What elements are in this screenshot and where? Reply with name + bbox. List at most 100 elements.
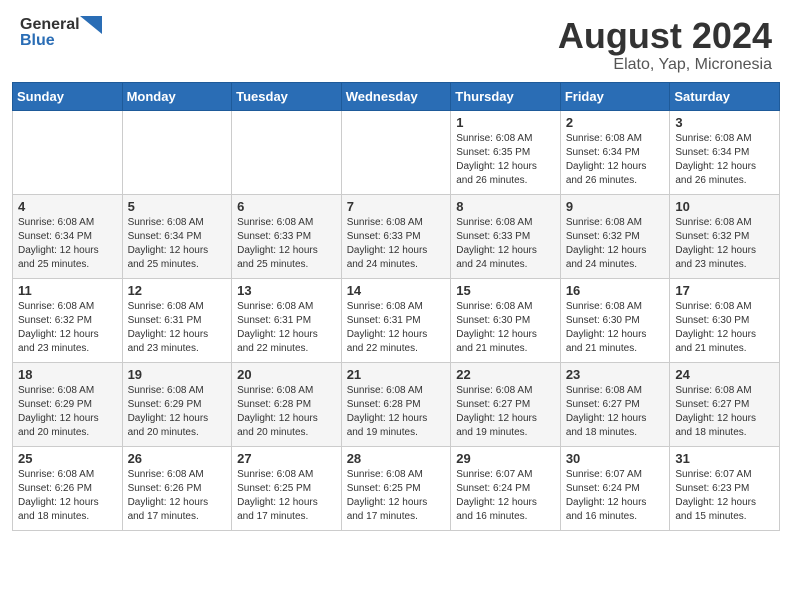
calendar-header: SundayMondayTuesdayWednesdayThursdayFrid… [13, 82, 780, 110]
day-info: Sunrise: 6:08 AMSunset: 6:30 PMDaylight:… [675, 300, 774, 356]
day-info: Sunrise: 6:08 AMSunset: 6:35 PMDaylight:… [456, 132, 555, 188]
calendar-day-cell: 6Sunrise: 6:08 AMSunset: 6:33 PMDaylight… [232, 194, 342, 278]
calendar-day-cell: 22 Sunrise: 6:08 AMSunset: 6:27 PMDayligh… [451, 362, 561, 446]
logo: General Blue [20, 16, 102, 50]
day-info: Sunrise: 6:08 AMSunset: 6:25 PMDaylight:… [347, 468, 446, 524]
calendar-day-cell: 8Sunrise: 6:08 AMSunset: 6:33 PMDaylight… [451, 194, 561, 278]
calendar-day-cell [122, 110, 232, 194]
day-number: 25 [18, 451, 117, 466]
day-number: 23 [566, 367, 665, 382]
month-title: August 2024 [558, 16, 772, 56]
day-number: 29 [456, 451, 555, 466]
calendar-day-cell: 7 Sunrise: 6:08 AMSunset: 6:33 PMDaylight… [341, 194, 451, 278]
day-of-week-header: Sunday [13, 82, 123, 110]
calendar-day-cell: 15 Sunrise: 6:08 AMSunset: 6:30 PMDayligh… [451, 278, 561, 362]
day-info: Sunrise: 6:08 AMSunset: 6:32 PMDaylight:… [18, 300, 117, 356]
day-number: 22 [456, 367, 555, 382]
day-info: Sunrise: 6:08 AMSunset: 6:31 PMDaylight:… [128, 300, 227, 356]
calendar-day-cell: 1 Sunrise: 6:08 AMSunset: 6:35 PMDaylight… [451, 110, 561, 194]
day-info: Sunrise: 6:08 AMSunset: 6:29 PMDaylight:… [18, 384, 117, 440]
day-info: Sunrise: 6:08 AMSunset: 6:31 PMDaylight:… [237, 300, 336, 356]
calendar-day-cell: 27 Sunrise: 6:08 AMSunset: 6:25 PMDayligh… [232, 446, 342, 530]
day-number: 28 [347, 451, 446, 466]
day-info: Sunrise: 6:07 AMSunset: 6:24 PMDaylight:… [456, 468, 555, 524]
calendar-day-cell: 31 Sunrise: 6:07 AMSunset: 6:23 PMDayligh… [670, 446, 780, 530]
day-number: 8 [456, 199, 555, 214]
day-of-week-header: Tuesday [232, 82, 342, 110]
day-number: 18 [18, 367, 117, 382]
calendar-day-cell: 16Sunrise: 6:08 AMSunset: 6:30 PMDayligh… [560, 278, 670, 362]
calendar-week-row: 4 Sunrise: 6:08 AMSunset: 6:34 PMDaylight… [13, 194, 780, 278]
day-info: Sunrise: 6:08 AMSunset: 6:27 PMDaylight:… [456, 384, 555, 440]
day-info: Sunrise: 6:08 AMSunset: 6:25 PMDaylight:… [237, 468, 336, 524]
calendar-day-cell: 14Sunrise: 6:08 AMSunset: 6:31 PMDayligh… [341, 278, 451, 362]
calendar-day-cell: 17 Sunrise: 6:08 AMSunset: 6:30 PMDayligh… [670, 278, 780, 362]
day-of-week-header: Saturday [670, 82, 780, 110]
day-info: Sunrise: 6:08 AMSunset: 6:27 PMDaylight:… [566, 384, 665, 440]
calendar-day-cell: 19Sunrise: 6:08 AMSunset: 6:29 PMDayligh… [122, 362, 232, 446]
day-number: 1 [456, 115, 555, 130]
calendar-day-cell: 29 Sunrise: 6:07 AMSunset: 6:24 PMDayligh… [451, 446, 561, 530]
calendar-day-cell: 24 Sunrise: 6:08 AMSunset: 6:27 PMDayligh… [670, 362, 780, 446]
day-number: 9 [566, 199, 665, 214]
calendar-week-row: 1 Sunrise: 6:08 AMSunset: 6:35 PMDaylight… [13, 110, 780, 194]
day-number: 11 [18, 283, 117, 298]
logo-blue: Blue [20, 32, 102, 50]
header-row: SundayMondayTuesdayWednesdayThursdayFrid… [13, 82, 780, 110]
day-info: Sunrise: 6:08 AMSunset: 6:26 PMDaylight:… [128, 468, 227, 524]
day-info: Sunrise: 6:07 AMSunset: 6:23 PMDaylight:… [675, 468, 774, 524]
day-number: 26 [128, 451, 227, 466]
day-number: 14 [347, 283, 446, 298]
day-info: Sunrise: 6:08 AMSunset: 6:33 PMDaylight:… [237, 216, 336, 272]
day-number: 5 [128, 199, 227, 214]
day-number: 30 [566, 451, 665, 466]
day-number: 4 [18, 199, 117, 214]
calendar-day-cell: 28 Sunrise: 6:08 AMSunset: 6:25 PMDayligh… [341, 446, 451, 530]
day-info: Sunrise: 6:08 AMSunset: 6:30 PMDaylight:… [456, 300, 555, 356]
calendar-day-cell: 10 Sunrise: 6:08 AMSunset: 6:32 PMDayligh… [670, 194, 780, 278]
calendar-week-row: 18 Sunrise: 6:08 AMSunset: 6:29 PMDayligh… [13, 362, 780, 446]
day-number: 27 [237, 451, 336, 466]
calendar-day-cell: 20Sunrise: 6:08 AMSunset: 6:28 PMDayligh… [232, 362, 342, 446]
calendar-day-cell: 23 Sunrise: 6:08 AMSunset: 6:27 PMDayligh… [560, 362, 670, 446]
calendar-week-row: 11 Sunrise: 6:08 AMSunset: 6:32 PMDayligh… [13, 278, 780, 362]
calendar-day-cell: 2Sunrise: 6:08 AMSunset: 6:34 PMDaylight… [560, 110, 670, 194]
day-info: Sunrise: 6:08 AMSunset: 6:26 PMDaylight:… [18, 468, 117, 524]
day-info: Sunrise: 6:08 AMSunset: 6:34 PMDaylight:… [128, 216, 227, 272]
day-number: 7 [347, 199, 446, 214]
day-of-week-header: Monday [122, 82, 232, 110]
day-number: 17 [675, 283, 774, 298]
day-number: 20 [237, 367, 336, 382]
calendar-day-cell: 11 Sunrise: 6:08 AMSunset: 6:32 PMDayligh… [13, 278, 123, 362]
day-number: 15 [456, 283, 555, 298]
calendar-day-cell: 21Sunrise: 6:08 AMSunset: 6:28 PMDayligh… [341, 362, 451, 446]
calendar-day-cell [341, 110, 451, 194]
calendar-day-cell: 4Sunrise: 6:08 AMSunset: 6:34 PMDaylight… [13, 194, 123, 278]
day-of-week-header: Thursday [451, 82, 561, 110]
day-info: Sunrise: 6:08 AMSunset: 6:29 PMDaylight:… [128, 384, 227, 440]
calendar-day-cell: 18 Sunrise: 6:08 AMSunset: 6:29 PMDayligh… [13, 362, 123, 446]
day-info: Sunrise: 6:07 AMSunset: 6:24 PMDaylight:… [566, 468, 665, 524]
day-number: 21 [347, 367, 446, 382]
day-of-week-header: Friday [560, 82, 670, 110]
calendar-day-cell: 5 Sunrise: 6:08 AMSunset: 6:34 PMDaylight… [122, 194, 232, 278]
day-info: Sunrise: 6:08 AMSunset: 6:32 PMDaylight:… [675, 216, 774, 272]
day-number: 24 [675, 367, 774, 382]
day-info: Sunrise: 6:08 AMSunset: 6:34 PMDaylight:… [566, 132, 665, 188]
calendar-day-cell [13, 110, 123, 194]
day-info: Sunrise: 6:08 AMSunset: 6:30 PMDaylight:… [566, 300, 665, 356]
calendar-day-cell: 26 Sunrise: 6:08 AMSunset: 6:26 PMDayligh… [122, 446, 232, 530]
calendar-day-cell [232, 110, 342, 194]
title-block: August 2024 Elato, Yap, Micronesia [558, 16, 772, 74]
header: General Blue August 2024 Elato, Yap, Mic… [0, 0, 792, 82]
calendar-week-row: 25 Sunrise: 6:08 AMSunset: 6:26 PMDayligh… [13, 446, 780, 530]
day-info: Sunrise: 6:08 AMSunset: 6:33 PMDaylight:… [347, 216, 446, 272]
calendar-day-cell: 9 Sunrise: 6:08 AMSunset: 6:32 PMDaylight… [560, 194, 670, 278]
day-number: 31 [675, 451, 774, 466]
calendar-table: SundayMondayTuesdayWednesdayThursdayFrid… [12, 82, 780, 531]
calendar-wrapper: SundayMondayTuesdayWednesdayThursdayFrid… [0, 82, 792, 543]
day-info: Sunrise: 6:08 AMSunset: 6:32 PMDaylight:… [566, 216, 665, 272]
day-info: Sunrise: 6:08 AMSunset: 6:27 PMDaylight:… [675, 384, 774, 440]
day-number: 13 [237, 283, 336, 298]
day-number: 10 [675, 199, 774, 214]
